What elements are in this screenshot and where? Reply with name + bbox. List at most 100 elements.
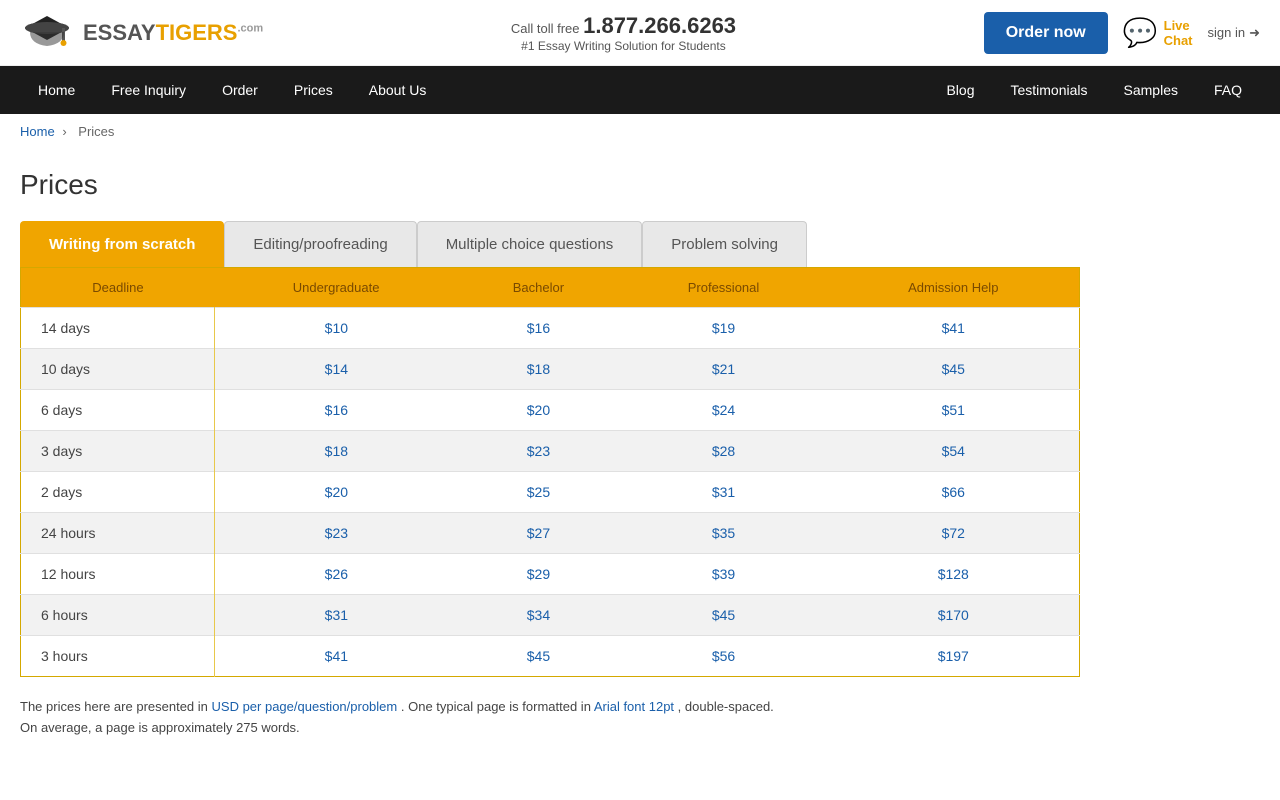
table-row: 24 hours $23 $27 $35 $72 xyxy=(21,513,1080,554)
cell-professional: $21 xyxy=(619,349,827,390)
breadcrumb-separator: › xyxy=(62,124,66,139)
table-row: 6 days $16 $20 $24 $51 xyxy=(21,390,1080,431)
phone-label: Call toll free xyxy=(511,21,580,36)
cell-deadline: 2 days xyxy=(21,472,215,513)
cell-admission: $197 xyxy=(828,636,1080,677)
cell-undergraduate: $20 xyxy=(215,472,458,513)
price-tabs: Writing from scratch Editing/proofreadin… xyxy=(20,221,1080,267)
sign-in-arrow-icon: ➜ xyxy=(1249,25,1260,41)
logo[interactable]: ESSAYTIGERS.com xyxy=(20,10,263,55)
nav-order[interactable]: Order xyxy=(204,66,276,114)
cell-bachelor: $18 xyxy=(457,349,619,390)
nav-free-inquiry[interactable]: Free Inquiry xyxy=(93,66,204,114)
cell-bachelor: $34 xyxy=(457,595,619,636)
cell-bachelor: $29 xyxy=(457,554,619,595)
nav-prices[interactable]: Prices xyxy=(276,66,351,114)
breadcrumb-home[interactable]: Home xyxy=(20,124,55,139)
note-text2: . One typical page is formatted in xyxy=(401,699,591,714)
breadcrumb-current: Prices xyxy=(78,124,114,139)
cell-admission: $41 xyxy=(828,308,1080,349)
cell-admission: $128 xyxy=(828,554,1080,595)
table-header: Deadline Undergraduate Bachelor Professi… xyxy=(21,268,1080,308)
cell-admission: $170 xyxy=(828,595,1080,636)
cell-deadline: 12 hours xyxy=(21,554,215,595)
table-row: 3 hours $41 $45 $56 $197 xyxy=(21,636,1080,677)
table-header-row: Deadline Undergraduate Bachelor Professi… xyxy=(21,268,1080,308)
site-header: ESSAYTIGERS.com Call toll free 1.877.266… xyxy=(0,0,1280,66)
cell-professional: $28 xyxy=(619,431,827,472)
live-chat-label: LiveChat xyxy=(1164,18,1193,48)
nav-samples[interactable]: Samples xyxy=(1106,66,1196,114)
tagline: #1 Essay Writing Solution for Students xyxy=(263,39,984,53)
tab-multiple-choice[interactable]: Multiple choice questions xyxy=(417,221,643,267)
note-text4: On average, a page is approximately 275 … xyxy=(20,720,300,735)
table-row: 2 days $20 $25 $31 $66 xyxy=(21,472,1080,513)
col-undergraduate: Undergraduate xyxy=(215,268,458,308)
cell-admission: $66 xyxy=(828,472,1080,513)
cell-deadline: 10 days xyxy=(21,349,215,390)
cell-undergraduate: $31 xyxy=(215,595,458,636)
cell-undergraduate: $18 xyxy=(215,431,458,472)
table-row: 6 hours $31 $34 $45 $170 xyxy=(21,595,1080,636)
table-row: 12 hours $26 $29 $39 $128 xyxy=(21,554,1080,595)
footer-note: The prices here are presented in USD per… xyxy=(20,697,1080,739)
cell-undergraduate: $26 xyxy=(215,554,458,595)
cell-bachelor: $20 xyxy=(457,390,619,431)
cell-professional: $39 xyxy=(619,554,827,595)
cell-undergraduate: $41 xyxy=(215,636,458,677)
phone-display: Call toll free 1.877.266.6263 xyxy=(263,13,984,39)
nav-faq[interactable]: FAQ xyxy=(1196,66,1260,114)
cell-deadline: 6 hours xyxy=(21,595,215,636)
note-text3: , double-spaced. xyxy=(678,699,774,714)
col-admission: Admission Help xyxy=(828,268,1080,308)
chat-icon: 💬 xyxy=(1123,16,1158,49)
main-nav: Home Free Inquiry Order Prices About Us … xyxy=(0,66,1280,114)
note-text1: The prices here are presented in xyxy=(20,699,208,714)
cell-undergraduate: $16 xyxy=(215,390,458,431)
breadcrumb: Home › Prices xyxy=(0,114,1280,149)
cell-deadline: 14 days xyxy=(21,308,215,349)
cell-bachelor: $23 xyxy=(457,431,619,472)
tab-writing-from-scratch[interactable]: Writing from scratch xyxy=(20,221,224,267)
logo-icon xyxy=(20,10,75,55)
page-title: Prices xyxy=(20,169,1080,201)
logo-text: ESSAYTIGERS.com xyxy=(83,20,263,46)
table-row: 3 days $18 $23 $28 $54 xyxy=(21,431,1080,472)
cell-bachelor: $27 xyxy=(457,513,619,554)
cell-admission: $45 xyxy=(828,349,1080,390)
cell-bachelor: $25 xyxy=(457,472,619,513)
cell-professional: $19 xyxy=(619,308,827,349)
note-highlight2[interactable]: Arial font 12pt xyxy=(594,699,674,714)
price-table: Deadline Undergraduate Bachelor Professi… xyxy=(20,267,1080,677)
cell-professional: $24 xyxy=(619,390,827,431)
header-phone-area: Call toll free 1.877.266.6263 #1 Essay W… xyxy=(263,13,984,53)
cell-undergraduate: $10 xyxy=(215,308,458,349)
nav-blog[interactable]: Blog xyxy=(928,66,992,114)
cell-professional: $45 xyxy=(619,595,827,636)
col-deadline: Deadline xyxy=(21,268,215,308)
live-chat-button[interactable]: 💬 LiveChat xyxy=(1123,16,1193,49)
table-body: 14 days $10 $16 $19 $41 10 days $14 $18 … xyxy=(21,308,1080,677)
cell-undergraduate: $23 xyxy=(215,513,458,554)
cell-bachelor: $16 xyxy=(457,308,619,349)
tab-editing-proofreading[interactable]: Editing/proofreading xyxy=(224,221,416,267)
header-actions: Order now 💬 LiveChat sign in ➜ xyxy=(984,12,1260,54)
nav-testimonials[interactable]: Testimonials xyxy=(992,66,1105,114)
cell-deadline: 3 hours xyxy=(21,636,215,677)
cell-admission: $51 xyxy=(828,390,1080,431)
cell-admission: $54 xyxy=(828,431,1080,472)
table-row: 14 days $10 $16 $19 $41 xyxy=(21,308,1080,349)
phone-number: 1.877.266.6263 xyxy=(583,13,736,38)
nav-home[interactable]: Home xyxy=(20,66,93,114)
table-row: 10 days $14 $18 $21 $45 xyxy=(21,349,1080,390)
sign-in-button[interactable]: sign in ➜ xyxy=(1208,25,1260,41)
order-now-button[interactable]: Order now xyxy=(984,12,1108,54)
cell-professional: $56 xyxy=(619,636,827,677)
note-highlight1: USD per page/question/problem xyxy=(212,699,398,714)
cell-deadline: 6 days xyxy=(21,390,215,431)
cell-deadline: 24 hours xyxy=(21,513,215,554)
tab-problem-solving[interactable]: Problem solving xyxy=(642,221,807,267)
cell-professional: $35 xyxy=(619,513,827,554)
sign-in-label: sign in xyxy=(1208,25,1246,40)
nav-about-us[interactable]: About Us xyxy=(351,66,445,114)
